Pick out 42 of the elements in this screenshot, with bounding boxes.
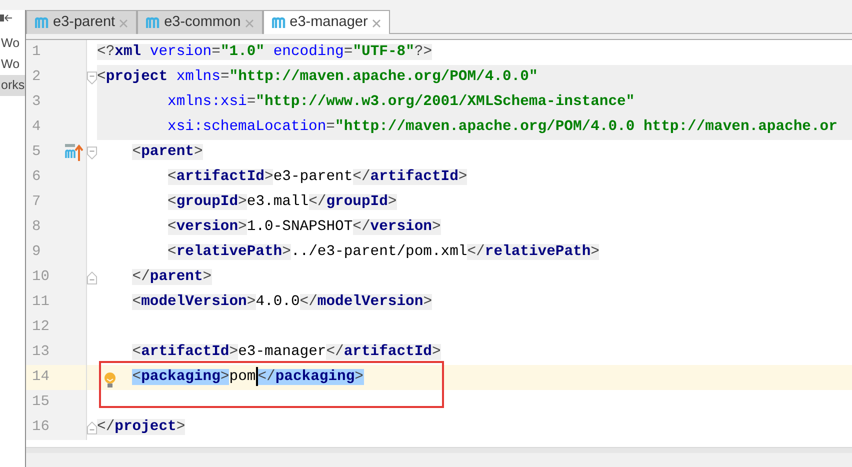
- code-line: <modelVersion>4.0.0</modelVersion>: [131, 293, 434, 312]
- editor-tab[interactable]: e3-parent: [26, 10, 138, 34]
- line-number: 1: [31, 42, 42, 62]
- file-type-icon: [35, 17, 49, 28]
- code-line: <packaging>pom</packaging>: [97, 365, 852, 390]
- code-line: <relativePath>../e3-parent/pom.xml</relativePath>: [166, 243, 600, 262]
- fold-marker-icon[interactable]: [87, 70, 97, 84]
- line-number: 15: [31, 392, 50, 412]
- line-number: 13: [31, 342, 50, 362]
- lightbulb-icon[interactable]: [104, 372, 116, 390]
- code-line: <groupId>e3.mall</groupId>: [166, 193, 398, 212]
- line-number: 10: [31, 268, 50, 287]
- file-type-icon: [272, 17, 286, 28]
- tab-label: e3-common: [164, 12, 241, 32]
- sidebar-item[interactable]: Wo: [0, 33, 25, 54]
- code-line: <version>1.0-SNAPSHOT</version>: [166, 218, 442, 237]
- code-line: <artifactId>e3-parent</artifactId>: [166, 168, 468, 187]
- text-caret: [256, 366, 258, 386]
- editor-tab[interactable]: e3-manager: [262, 10, 390, 34]
- line-number: 4: [31, 118, 42, 137]
- line-number: 14: [31, 368, 50, 387]
- line-number: 7: [31, 192, 42, 212]
- line-number: 16: [31, 418, 50, 437]
- file-type-icon: [146, 17, 160, 28]
- line-number: 8: [31, 218, 42, 237]
- tab-label: e3-manager: [290, 12, 368, 32]
- line-number: 11: [31, 292, 50, 312]
- fold-marker-icon[interactable]: [87, 146, 97, 160]
- line-number: 2: [31, 68, 42, 87]
- editor-tab[interactable]: e3-common: [137, 10, 263, 34]
- line-number: 3: [31, 92, 42, 112]
- tab-label: e3-parent: [53, 12, 116, 32]
- sidebar-item[interactable]: Wo: [0, 54, 25, 75]
- line-number: 12: [31, 318, 50, 337]
- code-line: <artifactId>e3-manager</artifactId>: [131, 343, 442, 362]
- line-number: 6: [31, 168, 42, 187]
- sidebar-item[interactable]: orks: [0, 75, 25, 96]
- fold-marker-icon[interactable]: [87, 420, 97, 434]
- line-number: 5: [31, 142, 42, 162]
- line-number: 9: [31, 242, 42, 262]
- fold-marker-icon[interactable]: [87, 270, 97, 284]
- override-marker-icon[interactable]: [64, 144, 83, 161]
